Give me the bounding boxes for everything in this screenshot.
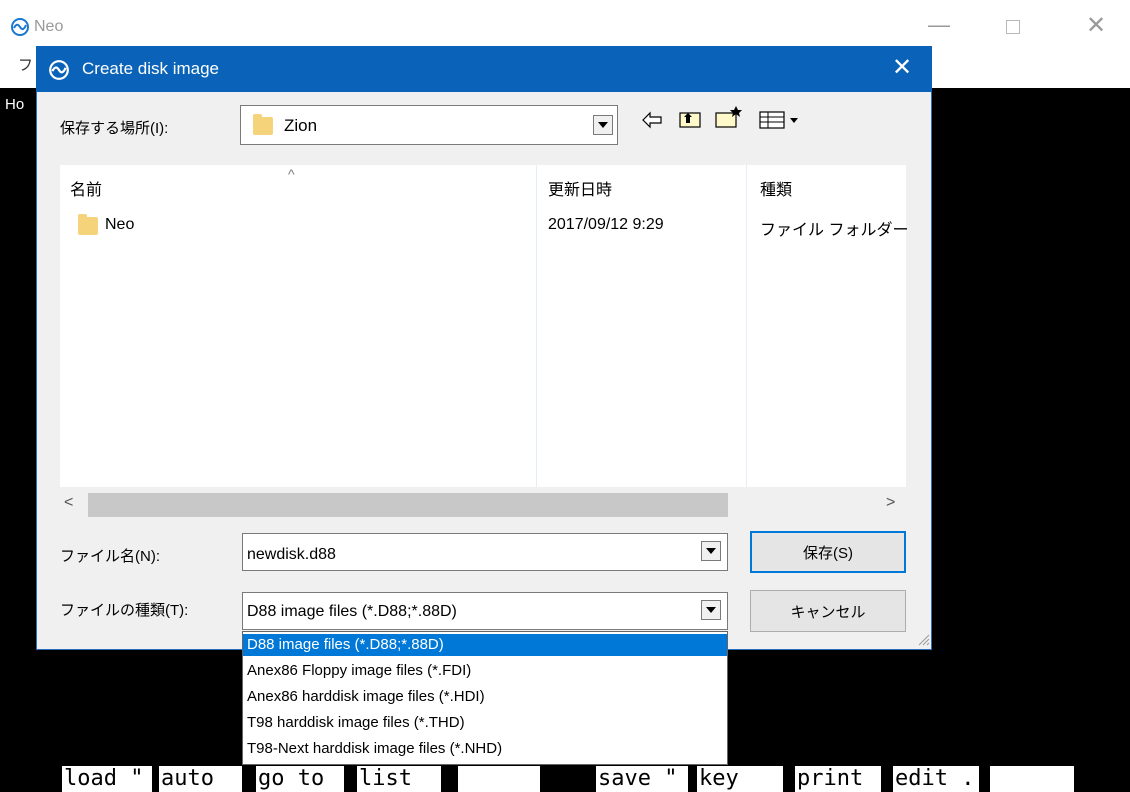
- function-key-8: print: [795, 766, 881, 792]
- save-button[interactable]: 保存(S): [750, 531, 906, 573]
- filetype-value: D88 image files (*.D88;*.88D): [247, 603, 457, 620]
- main-window-title: Neo: [34, 18, 64, 35]
- current-folder-label: Zion: [284, 116, 318, 135]
- function-key-2: auto: [159, 766, 242, 792]
- function-key-9: edit .: [893, 766, 979, 792]
- column-header-modified[interactable]: 更新日時: [548, 176, 612, 200]
- filetype-option-thd[interactable]: T98 harddisk image files (*.THD): [243, 712, 727, 734]
- folder-icon: [253, 114, 273, 135]
- column-header-type[interactable]: 種類: [760, 176, 792, 200]
- filetype-option-hdi[interactable]: Anex86 harddisk image files (*.HDI): [243, 686, 727, 708]
- dialog-app-icon: [49, 60, 69, 80]
- back-arrow-icon[interactable]: [640, 110, 664, 130]
- filetype-label: ファイルの種類(T):: [60, 602, 189, 619]
- function-key-5: runCR: [458, 766, 540, 792]
- filename-label: ファイル名(N):: [60, 548, 160, 565]
- filetype-dropdown-arrow[interactable]: [701, 600, 721, 620]
- scroll-left-icon[interactable]: <: [64, 494, 73, 512]
- filetype-option-nhd[interactable]: T98-Next harddisk image files (*.NHD): [243, 738, 727, 760]
- main-titlebar: [0, 0, 1130, 42]
- function-key-1: load ": [62, 766, 152, 792]
- maximize-icon[interactable]: [1006, 20, 1020, 34]
- function-key-10: contCR: [990, 766, 1074, 792]
- new-folder-icon[interactable]: [714, 104, 744, 130]
- up-folder-icon[interactable]: [678, 108, 702, 130]
- view-menu-icon[interactable]: [758, 110, 804, 130]
- function-key-3: go to: [256, 766, 344, 792]
- file-modified: 2017/09/12 9:29: [548, 216, 664, 233]
- save-location-dropdown-arrow[interactable]: [593, 115, 613, 135]
- file-type: ファイル フォルダー: [760, 222, 909, 239]
- cancel-button[interactable]: キャンセル: [750, 590, 906, 632]
- filename-value: newdisk.d88: [247, 546, 336, 563]
- dialog-close-icon[interactable]: ✕: [892, 56, 912, 80]
- sort-ascending-icon: ^: [288, 166, 295, 182]
- function-key-4: list: [357, 766, 441, 792]
- folder-icon: [78, 214, 98, 235]
- resize-grip-icon[interactable]: [916, 632, 930, 646]
- scrollbar-thumb[interactable]: [88, 493, 728, 517]
- function-key-6: save ": [596, 766, 688, 792]
- filetype-option-d88[interactable]: D88 image files (*.D88;*.88D): [243, 634, 727, 656]
- screen-text: Ho: [5, 96, 25, 113]
- dialog-title: Create disk image: [82, 59, 220, 78]
- column-header-name[interactable]: 名前: [70, 176, 102, 200]
- filename-dropdown-arrow[interactable]: [701, 541, 721, 561]
- main-menu-item[interactable]: フ: [18, 54, 33, 75]
- file-name: Neo: [105, 216, 135, 233]
- app-icon: [11, 18, 29, 36]
- filetype-option-fdi[interactable]: Anex86 Floppy image files (*.FDI): [243, 660, 727, 682]
- minimize-icon[interactable]: —: [928, 14, 950, 36]
- save-location-label: 保存する場所(I):: [60, 120, 169, 137]
- scroll-right-icon[interactable]: >: [886, 494, 895, 512]
- function-key-7: key: [697, 766, 783, 792]
- close-icon[interactable]: ✕: [1086, 14, 1106, 38]
